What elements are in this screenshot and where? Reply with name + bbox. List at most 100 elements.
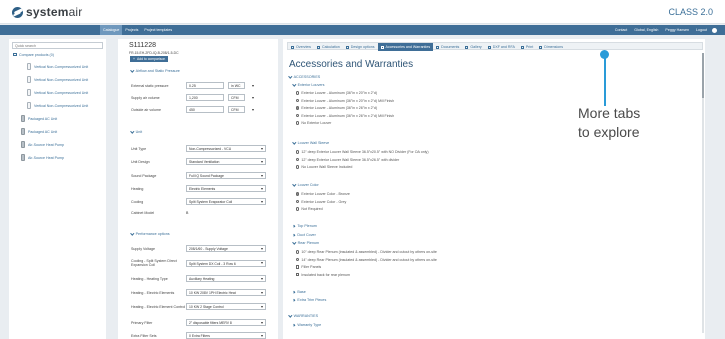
accessory-option[interactable]: Not Required bbox=[296, 207, 323, 211]
tab-overview[interactable]: Overview bbox=[288, 43, 314, 51]
unit-option-select[interactable]: Non-Compressorized - VCU bbox=[186, 145, 266, 152]
rear-plenum-group[interactable]: Rear Plenum bbox=[292, 240, 319, 245]
performance-option-select[interactable]: 2" disposable filters MERV 8 bbox=[186, 319, 266, 326]
sidebar-item[interactable]: Packaged AC Unit bbox=[9, 125, 106, 138]
checkbox[interactable] bbox=[296, 272, 300, 277]
accessory-option[interactable]: Exterior Louver - Aluminum (36"in x 20"i… bbox=[296, 99, 394, 103]
radio-button[interactable] bbox=[296, 98, 300, 103]
nav-projects[interactable]: Projects bbox=[122, 25, 141, 35]
base-group[interactable]: Base bbox=[292, 290, 306, 294]
unit-option-select[interactable]: Standard Ventilation bbox=[186, 158, 266, 165]
radio-button[interactable] bbox=[296, 113, 300, 118]
systemair-logo[interactable]: systemair bbox=[12, 5, 83, 19]
radio-button[interactable] bbox=[296, 207, 300, 211]
exterior-louvers-group-label: Exterior Louvers bbox=[297, 83, 325, 87]
sidebar-item[interactable]: Vertical Non-Compressorized Unit bbox=[9, 86, 106, 99]
unit-option-select[interactable]: Electric Elements bbox=[186, 185, 266, 192]
performance-option-select[interactable]: 10 KW 208V 1PH Electric Heat bbox=[186, 289, 266, 296]
nav-project-templates[interactable]: Project templates bbox=[141, 25, 175, 35]
accessory-option[interactable]: No Louver Wall Sleeve Included bbox=[296, 165, 352, 169]
accessories-section[interactable]: ACCESSORIES bbox=[288, 74, 320, 79]
performance-option-select[interactable]: Split System DX Coil - 3 Row 6 bbox=[186, 259, 266, 267]
unit-option-select[interactable]: Full IQ Sound Package bbox=[186, 172, 266, 179]
accessory-option[interactable]: 10" deep Rear Plenum (insulated & assemb… bbox=[296, 250, 437, 254]
radio-button[interactable] bbox=[296, 192, 300, 196]
top-plenum-group[interactable]: Top Plenum bbox=[292, 224, 317, 228]
gear-icon[interactable] bbox=[712, 27, 717, 33]
performance-section-toggle[interactable]: Performance options bbox=[130, 231, 170, 236]
radio-button[interactable] bbox=[296, 250, 300, 254]
radio-button[interactable] bbox=[296, 106, 300, 110]
airflow-value-input[interactable]: 1,200 bbox=[186, 94, 224, 101]
warranty-type-group[interactable]: Warranty Type bbox=[292, 323, 321, 327]
unit-section-toggle[interactable]: Unit bbox=[130, 129, 142, 134]
tab-calculation[interactable]: Calculation bbox=[314, 43, 343, 51]
accessory-option[interactable]: 14" deep Rear Plenum (insulated & assemb… bbox=[296, 258, 437, 262]
performance-option-select[interactable]: Auxiliary Heating bbox=[186, 275, 266, 282]
accessory-option[interactable]: No Exterior Louver bbox=[296, 121, 331, 125]
sidebar-item[interactable]: Vertical Non-Compressorized Unit bbox=[9, 99, 106, 112]
option-label: Exterior Louver Color - Grey bbox=[301, 199, 347, 204]
unit-select[interactable]: CFM bbox=[228, 106, 254, 113]
accessory-option[interactable]: Exterior Louver - Aluminum (36"in x 20"i… bbox=[296, 91, 377, 95]
sidebar-item[interactable]: Air-Source Heat Pump bbox=[9, 151, 106, 164]
nav-right-item[interactable]: Contact bbox=[615, 25, 627, 35]
performance-option-select[interactable]: 0 Extra Filters bbox=[186, 332, 266, 339]
tab-design-options[interactable]: Design options bbox=[343, 43, 378, 51]
accessory-option[interactable]: Exterior Louver - Aluminum (36"in x 26"i… bbox=[296, 106, 377, 110]
nav-catalogue[interactable]: Catalogue bbox=[100, 25, 123, 35]
extra-trim-group[interactable]: Extra Trim Pieces bbox=[292, 298, 326, 302]
accessory-option[interactable]: Exterior Louver Color - Bronze bbox=[296, 192, 350, 196]
nav-right-item[interactable]: Logout bbox=[696, 25, 707, 35]
wall-sleeve-group[interactable]: Louver Wall Sleeve bbox=[292, 140, 329, 145]
checkbox[interactable] bbox=[296, 265, 300, 269]
accessory-option[interactable]: Exterior Louver - Aluminum (36"in x 26"i… bbox=[296, 114, 394, 118]
performance-option-select[interactable]: 10 KW 2 Stage Control bbox=[186, 303, 266, 310]
chevron-right-icon bbox=[292, 323, 296, 327]
tab-accessories-and-warranties[interactable]: Accessories and Warranties bbox=[377, 43, 434, 51]
tab-print[interactable]: Print bbox=[518, 43, 536, 51]
nav-right-item[interactable]: Global, English bbox=[634, 25, 658, 35]
option-label: Exterior Louver - Aluminum (36"in x 20"i… bbox=[301, 91, 378, 95]
warranties-section[interactable]: WARRANTIES bbox=[288, 313, 318, 318]
add-to-comparison-button[interactable]: + Add to comparison bbox=[130, 56, 169, 62]
quick-search-input[interactable]: Quick search bbox=[12, 42, 103, 49]
radio-button[interactable] bbox=[296, 157, 300, 162]
compare-products-link[interactable]: Compare products (0) bbox=[13, 52, 106, 57]
unit-option-select[interactable]: Split System Evaporator Coil bbox=[186, 198, 266, 205]
sidebar-item[interactable]: Vertical Non-Compressorized Unit bbox=[9, 60, 106, 73]
airflow-value-input[interactable]: 0.25 bbox=[186, 82, 224, 89]
tab-gallery[interactable]: Gallery bbox=[462, 43, 484, 51]
louver-color-group[interactable]: Louver Color bbox=[292, 182, 319, 187]
radio-button[interactable] bbox=[296, 91, 300, 95]
airflow-section-toggle[interactable]: Airflow and Static Pressure bbox=[130, 68, 180, 73]
chevron-down-icon bbox=[292, 82, 297, 87]
accessory-option[interactable]: Exterior Louver Color - Grey bbox=[296, 200, 346, 204]
accessory-option[interactable]: 12" deep Exterior Louver Wall Sleeve 36.… bbox=[296, 150, 429, 154]
unit-select[interactable]: CFM bbox=[228, 94, 254, 101]
radio-button[interactable] bbox=[296, 121, 300, 125]
accessory-option[interactable]: Filler Panels bbox=[296, 265, 321, 269]
radio-button[interactable] bbox=[296, 199, 300, 204]
radio-button[interactable] bbox=[296, 165, 300, 169]
exterior-louvers-group[interactable]: Exterior Louvers bbox=[292, 82, 325, 87]
tab-dimensions[interactable]: Dimensions bbox=[536, 43, 566, 51]
sidebar-item[interactable]: Air-Source Heat Pump bbox=[9, 138, 106, 151]
sidebar-item[interactable]: Vertical Non-Compressorized Unit bbox=[9, 73, 106, 86]
duct-cover-group[interactable]: Duct Cover bbox=[292, 233, 316, 237]
performance-row: Primary Filter 2" disposable filters MERV… bbox=[131, 319, 271, 326]
radio-button[interactable] bbox=[296, 150, 300, 154]
sidebar-item[interactable]: Packaged AC Unit bbox=[9, 112, 106, 125]
accessory-option[interactable]: 12" deep Exterior Louver Wall Sleeve 36.… bbox=[296, 158, 399, 162]
accessory-option[interactable]: Insulated back for rear plenum bbox=[296, 273, 350, 277]
tab-label: Accessories and Warranties bbox=[385, 44, 431, 49]
tab-documents[interactable]: Documents bbox=[433, 43, 462, 51]
radio-button[interactable] bbox=[296, 257, 300, 262]
tab-dxf-and-rfa[interactable]: DXF and RFA bbox=[485, 43, 518, 51]
airflow-value-input[interactable]: 450 bbox=[186, 106, 224, 113]
ruler-icon bbox=[539, 45, 543, 49]
scrollbar-thumb[interactable] bbox=[702, 53, 704, 98]
performance-option-select[interactable]: 208/1/60 - Supply Voltage bbox=[186, 245, 266, 252]
unit-select[interactable]: in WC bbox=[228, 82, 254, 89]
nav-right-item[interactable]: Peggy Hansen bbox=[665, 25, 689, 35]
